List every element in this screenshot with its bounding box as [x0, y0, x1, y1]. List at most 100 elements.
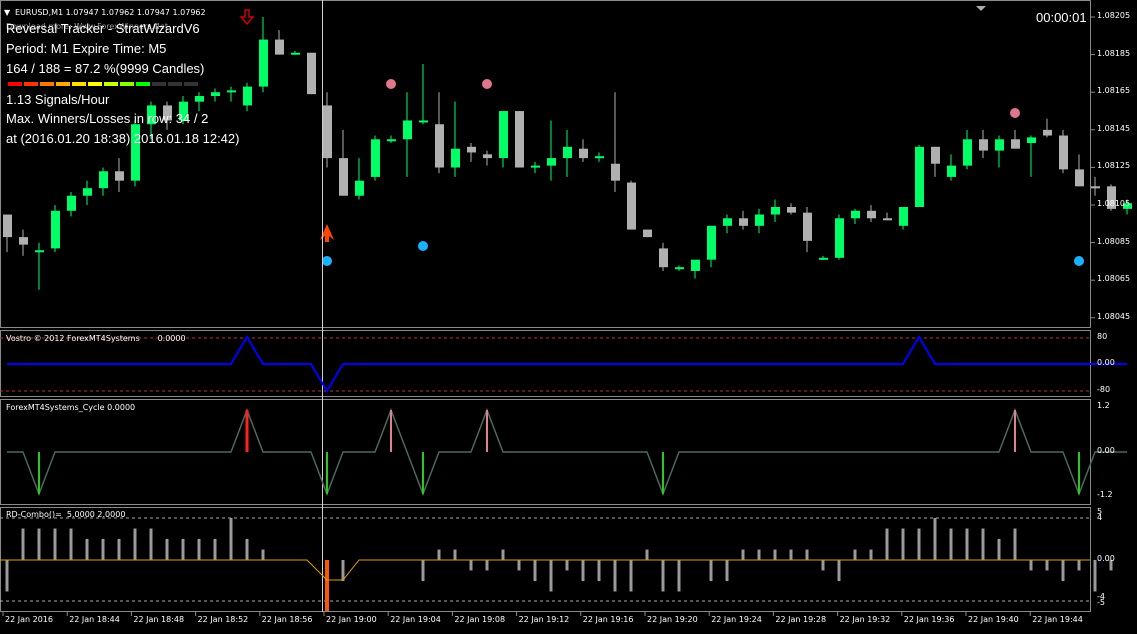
candle-body [867, 210, 876, 219]
candle-body [115, 171, 124, 181]
cycle-tick-label: -1.2 [1097, 490, 1113, 499]
candle-body [243, 86, 252, 106]
candle-body [451, 148, 460, 168]
candle-body [51, 210, 60, 249]
vostro-tick-label: 0.00 [1097, 358, 1115, 367]
info-title: Reversal Tracker - StratWizardV6 [6, 21, 200, 36]
triangle-menu-icon[interactable]: ▼ [4, 8, 10, 17]
color-swatch [104, 82, 118, 86]
candle-body [739, 218, 748, 226]
time-tick-label: 22 Jan 19:36 [903, 615, 955, 624]
candle-body [83, 188, 92, 196]
candle-body [259, 39, 268, 87]
candle-body [19, 237, 28, 245]
candle-body [787, 207, 796, 213]
price-tick-label: 1.08105 [1097, 199, 1131, 208]
candle-body [547, 158, 556, 166]
candle-body [579, 148, 588, 159]
candle-body [819, 257, 828, 260]
color-swatch [8, 82, 22, 86]
candle-body [467, 146, 476, 153]
candle-body [307, 52, 316, 95]
time-tick-label: 22 Jan 18:52 [197, 615, 249, 624]
price-tick-label: 1.08185 [1097, 48, 1131, 58]
candle-body [99, 171, 108, 189]
candle-body [1059, 135, 1068, 170]
buy-signal-dot [1074, 256, 1084, 266]
vostro-label: Vostro © 2012 ForexMT4Systems 0.0000 [6, 334, 186, 343]
candle-body [1027, 137, 1036, 144]
color-swatch [184, 82, 198, 86]
candle-body [723, 218, 732, 226]
candle-body [291, 52, 300, 55]
color-swatch [120, 82, 134, 86]
time-tick-label: 22 Jan 19:12 [518, 615, 570, 624]
scroll-marker-icon [976, 6, 986, 11]
info-max-winners: Max. Winners/Losses in row: 34 / 2 [6, 111, 209, 126]
candle-body [35, 250, 44, 253]
candle-body [931, 146, 940, 164]
time-tick-label: 22 Jan 19:16 [582, 615, 634, 624]
time-tick-label: 22 Jan 19:24 [711, 615, 762, 624]
candle-body [499, 111, 508, 159]
candle-body [1075, 169, 1084, 187]
rd-combo-label: RD-Combo()= 5.0000 2.0000 [6, 510, 126, 519]
sell-signal-dot [1010, 108, 1020, 118]
time-tick-label: 22 Jan 19:44 [1032, 615, 1083, 624]
candle-body [371, 139, 380, 177]
time-tick-label: 22 Jan 19:08 [454, 615, 506, 624]
color-swatch [40, 82, 54, 86]
candle-body [403, 120, 412, 140]
rd-tick-label: 4 [1097, 513, 1103, 522]
candle-body [659, 248, 668, 268]
price-tick-label: 1.08145 [1097, 123, 1131, 133]
price-tick-label: 1.08085 [1097, 236, 1131, 246]
time-tick-label: 22 Jan 19:32 [839, 615, 891, 624]
candle-body [483, 154, 492, 159]
info-stats: 164 / 188 = 87.2 %(9999 Candles) [6, 61, 205, 76]
candle-body [387, 139, 396, 142]
color-swatch [24, 82, 38, 86]
candle-body [419, 120, 428, 123]
color-swatch [136, 82, 150, 86]
time-tick-label: 22 Jan 18:44 [69, 615, 120, 624]
candle-body [755, 214, 764, 226]
vostro-tick-label: -80 [1097, 385, 1111, 394]
sell-arrow-icon [239, 9, 255, 26]
candle-body [883, 218, 892, 221]
candle-body [915, 146, 924, 208]
rd-line [0, 559, 1090, 581]
time-tick-label: 22 Jan 19:20 [647, 615, 698, 624]
candle-body [67, 195, 76, 211]
candle-body [963, 139, 972, 166]
price-tick-label: 1.08045 [1097, 311, 1131, 321]
candle-body [899, 207, 908, 226]
price-tick-label: 1.08065 [1097, 274, 1131, 284]
time-tick-label: 22 Jan 18:48 [133, 615, 185, 624]
candle-body [979, 139, 988, 151]
candle-body [227, 90, 236, 93]
time-tick-label: 22 Jan 19:28 [775, 615, 827, 624]
candle-body [563, 146, 572, 159]
time-tick-label: 22 Jan 19:40 [968, 615, 1019, 624]
candle-body [435, 124, 444, 168]
candle-body [355, 180, 364, 196]
time-tick-label: 22 Jan 2016 [5, 615, 53, 624]
candle-body [627, 182, 636, 230]
rd-tick-label: 0.00 [1097, 554, 1115, 563]
time-tick-label: 22 Jan 19:00 [326, 615, 377, 624]
candle-body [947, 165, 956, 177]
candle-body [851, 210, 860, 219]
info-at: at (2016.01.20 18:38) 2016.01.18 12:42) [6, 131, 240, 146]
color-swatch [168, 82, 182, 86]
symbol-title: EURUSD,M1 1.07947 1.07962 1.07947 1.0796… [15, 8, 206, 17]
candle-body [835, 218, 844, 258]
chart-svg[interactable] [0, 0, 1137, 634]
vostro-line [7, 335, 1127, 393]
rd-tick-label: -5 [1097, 598, 1105, 607]
candle-body [643, 229, 652, 238]
color-swatch [88, 82, 102, 86]
candle-body [611, 163, 620, 181]
candle-body [275, 39, 284, 55]
sell-signal-dot [482, 79, 492, 89]
